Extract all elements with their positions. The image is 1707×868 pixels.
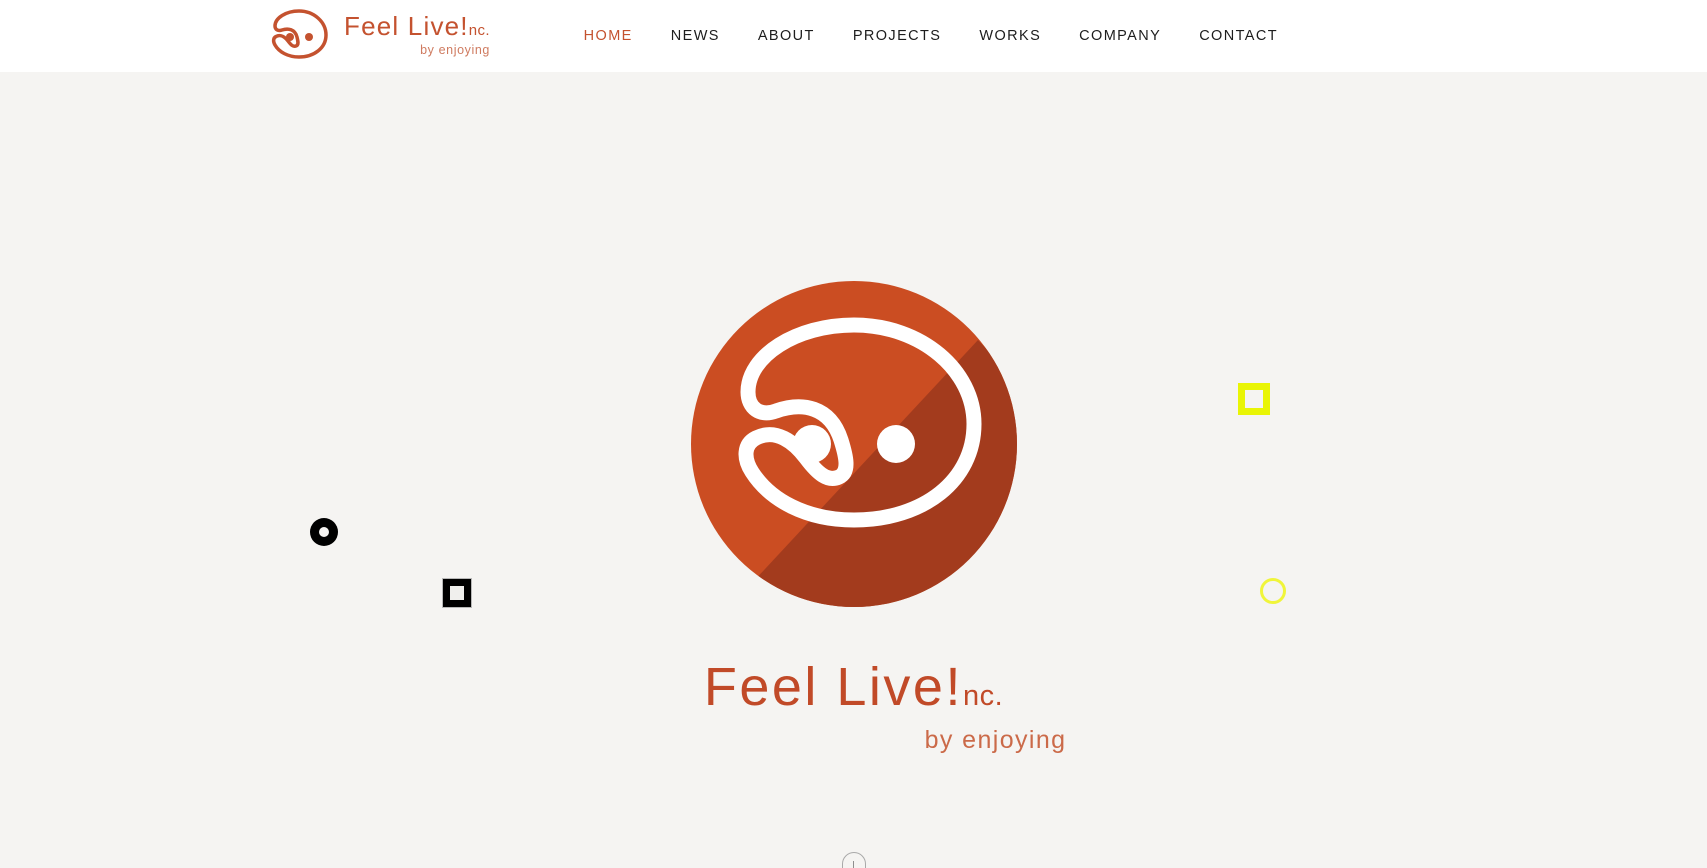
brand-inc-suffix: nc. (468, 22, 490, 39)
main-navigation: HOME NEWS ABOUT PROJECTS WORKS COMPANY C… (565, 0, 1297, 72)
nav-item-about[interactable]: ABOUT (739, 22, 834, 50)
nav-item-works[interactable]: WORKS (960, 22, 1060, 50)
brand-title-row: Feel Live! nc. (344, 13, 490, 39)
hero-section: Feel Live! nc. by enjoying (0, 72, 1707, 868)
brand-logo-link[interactable]: Feel Live! nc. by enjoying (268, 8, 490, 60)
hero-wordmark-inc-suffix: nc. (962, 680, 1004, 712)
brand-tagline: by enjoying (420, 43, 490, 57)
marker-square-dark[interactable] (442, 578, 472, 608)
feel-live-circular-badge-icon (678, 268, 1030, 620)
nav-item-company[interactable]: COMPANY (1060, 22, 1180, 50)
nav-item-projects[interactable]: PROJECTS (834, 22, 961, 50)
brand-wordmark: Feel Live! nc. by enjoying (344, 13, 490, 60)
site-header: Feel Live! nc. by enjoying HOME NEWS ABO… (0, 0, 1707, 72)
nav-item-contact[interactable]: CONTACT (1180, 22, 1297, 50)
nav-item-home[interactable]: HOME (565, 22, 652, 50)
hero-wordmark: Feel Live! nc. by enjoying (639, 660, 1069, 755)
feel-live-face-logo-icon (268, 8, 330, 60)
brand-title: Feel Live! (344, 11, 469, 41)
nav-item-news[interactable]: NEWS (652, 22, 739, 50)
hero-wordmark-title: Feel Live! (703, 657, 963, 717)
marker-ring-dark[interactable] (310, 518, 338, 546)
scroll-down-mouse-icon[interactable] (841, 852, 866, 868)
hero-wordmark-title-row: Feel Live! nc. (639, 660, 1069, 714)
hero-wordmark-tagline: by enjoying (924, 726, 1067, 754)
marker-square-yellow[interactable] (1238, 383, 1270, 415)
marker-circle-yellow[interactable] (1260, 578, 1286, 604)
